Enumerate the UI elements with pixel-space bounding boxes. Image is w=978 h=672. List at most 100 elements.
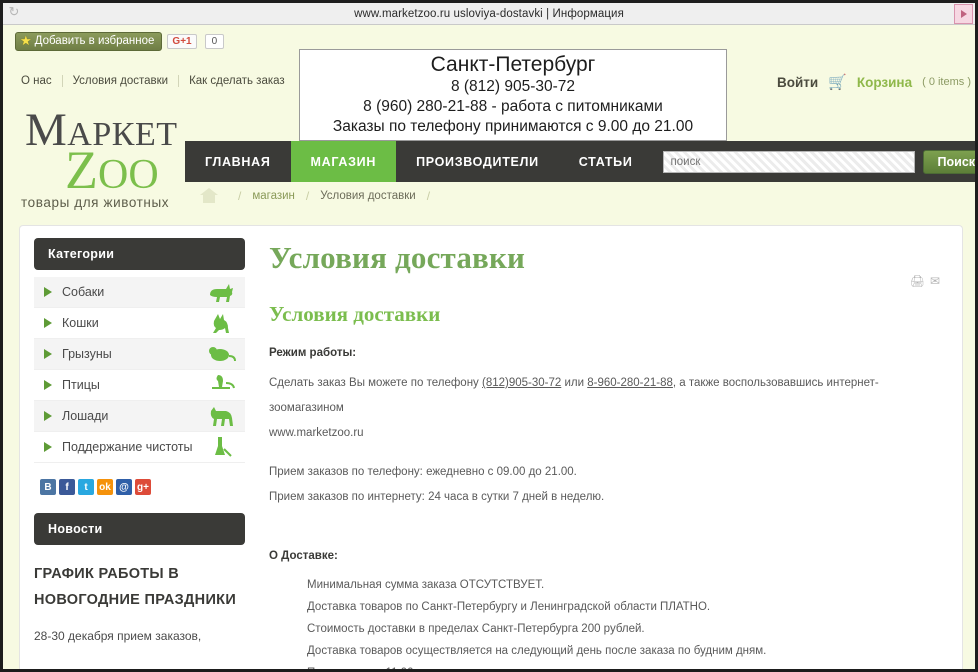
breadcrumb-item-shop[interactable]: магазин bbox=[252, 190, 295, 202]
category-list: Собаки Кошки Грызуны Птицы Лошади Поддер… bbox=[34, 277, 245, 463]
page-title: Условия доставки bbox=[269, 240, 526, 275]
content-tools: 🖨 ✉ bbox=[910, 274, 940, 288]
category-label: Собаки bbox=[62, 285, 105, 299]
horse-icon bbox=[205, 403, 239, 429]
top-link-how-to-order[interactable]: Как сделать заказ bbox=[179, 75, 295, 87]
rodent-icon bbox=[205, 341, 239, 367]
top-link-about[interactable]: О нас bbox=[11, 75, 62, 87]
sidebar-item-rodents[interactable]: Грызуны bbox=[34, 339, 245, 370]
main-nav: ГЛАВНАЯ МАГАЗИН ПРОИЗВОДИТЕЛИ СТАТЬИ Пои… bbox=[185, 141, 975, 182]
social-links: B f t ok @ g+ bbox=[40, 479, 245, 495]
breadcrumb-separator: / bbox=[305, 188, 310, 203]
banner-phone-2: 8 (960) 280-21-88 - работа с питомниками bbox=[363, 98, 663, 115]
section-title: Условия доставки bbox=[269, 302, 441, 326]
order-intro-b: или bbox=[561, 377, 588, 389]
cleaning-icon bbox=[205, 434, 239, 460]
banner-city: Санкт-Петербург bbox=[430, 53, 596, 76]
logo-m: М bbox=[25, 104, 68, 156]
chevron-right-icon bbox=[44, 411, 52, 421]
chevron-right-icon bbox=[44, 442, 52, 452]
dog-icon bbox=[205, 279, 239, 305]
page-url-title: www.marketzoo.ru usloviya-dostavki | Инф… bbox=[354, 7, 624, 20]
breadcrumb: / магазин / Условия доставки / bbox=[199, 187, 439, 204]
chevron-right-icon bbox=[44, 287, 52, 297]
sidebar-item-horses[interactable]: Лошади bbox=[34, 401, 245, 432]
chevron-right-icon bbox=[44, 318, 52, 328]
delivery-list: Минимальная сумма заказа ОТСУТСТВУЕТ. До… bbox=[269, 574, 944, 669]
banner-phone-1: 8 (812) 905-30-72 bbox=[450, 78, 576, 95]
internet-hours-text: Прием заказов по интернету: 24 часа в су… bbox=[269, 491, 605, 503]
list-item: Доставка товаров по Санкт-Петербургу и Л… bbox=[307, 601, 711, 613]
gplus-label: G+1 bbox=[172, 36, 192, 47]
facebook-icon[interactable]: f bbox=[59, 479, 75, 495]
vk-icon[interactable]: B bbox=[40, 479, 56, 495]
nav-item-manufacturers[interactable]: ПРОИЗВОДИТЕЛИ bbox=[396, 141, 559, 182]
phone-hours-text: Прием заказов по телефону: ежедневно с 0… bbox=[269, 466, 577, 478]
search-button[interactable]: Поиск bbox=[922, 149, 975, 174]
browser-window: ↻ www.marketzoo.ru usloviya-dostavki | И… bbox=[0, 0, 978, 672]
shopping-cart-icon[interactable]: 🛒 bbox=[828, 73, 847, 91]
category-label: Птицы bbox=[62, 378, 100, 392]
utility-header: ★ Добавить в избранное G+1 0 О нас Услов… bbox=[3, 25, 975, 141]
breadcrumb-separator: / bbox=[238, 188, 242, 203]
favorites-row: ★ Добавить в избранное G+1 0 bbox=[15, 32, 225, 51]
top-link-delivery[interactable]: Условия доставки bbox=[63, 75, 178, 87]
sidebar-item-birds[interactable]: Птицы bbox=[34, 370, 245, 401]
add-to-favorites-button[interactable]: ★ Добавить в избранное bbox=[15, 32, 163, 51]
list-item: Доставка товаров осуществляется на следу… bbox=[307, 645, 767, 657]
search-input[interactable] bbox=[662, 150, 915, 173]
odnoklassniki-icon[interactable]: ok bbox=[97, 479, 113, 495]
logo-nav-band: МАРКЕТ ZOO товары для животных ГЛАВНАЯ М… bbox=[3, 107, 975, 210]
sidebar-item-cats[interactable]: Кошки bbox=[34, 308, 245, 339]
twitter-icon[interactable]: t bbox=[78, 479, 94, 495]
star-icon: ★ bbox=[20, 33, 32, 48]
nav-item-shop[interactable]: МАГАЗИН bbox=[290, 141, 397, 182]
news-title[interactable]: ГРАФИК РАБОТЫ В НОВОГОДНИЕ ПРАЗДНИКИ bbox=[34, 561, 245, 613]
list-item: При заказе до 11:00 возможна доставка в … bbox=[307, 662, 944, 669]
content-column: Условия доставки 🖨 ✉ Условия доставки Ре… bbox=[245, 226, 962, 669]
googleplus-icon[interactable]: g+ bbox=[135, 479, 151, 495]
chevron-right-icon bbox=[44, 380, 52, 390]
schedule-label: Режим работы: bbox=[269, 347, 357, 359]
news-block: Новости ГРАФИК РАБОТЫ В НОВОГОДНИЕ ПРАЗД… bbox=[34, 513, 245, 645]
cat-icon bbox=[205, 310, 239, 336]
site-root: ★ Добавить в избранное G+1 0 О нас Услов… bbox=[3, 25, 975, 669]
login-link[interactable]: Войти bbox=[777, 75, 818, 90]
cart-items-count: ( 0 items ) bbox=[922, 76, 971, 88]
order-intro-a: Сделать заказ Вы можете по телефону bbox=[269, 377, 482, 389]
site-logo[interactable]: МАРКЕТ ZOO товары для животных bbox=[17, 107, 202, 211]
nav-item-articles[interactable]: СТАТЬИ bbox=[559, 141, 653, 182]
logo-line-1: МАРКЕТ bbox=[17, 107, 202, 154]
cart-link[interactable]: Корзина bbox=[857, 75, 912, 90]
order-intro-paragraph: Сделать заказ Вы можете по телефону (812… bbox=[269, 371, 944, 421]
logo-tagline: товары для животных bbox=[21, 195, 170, 210]
breadcrumb-separator: / bbox=[426, 188, 431, 203]
list-item: Стоимость доставки в пределах Санкт-Пете… bbox=[307, 623, 645, 635]
nav-item-home[interactable]: ГЛАВНАЯ bbox=[185, 141, 291, 182]
google-plus-one-button[interactable]: G+1 bbox=[167, 34, 197, 49]
refresh-icon[interactable]: ↻ bbox=[7, 5, 21, 19]
bird-icon bbox=[205, 372, 239, 398]
delivery-label: О Доставке: bbox=[269, 550, 338, 562]
categories-heading: Категории bbox=[34, 238, 245, 270]
print-icon[interactable]: 🖨 bbox=[910, 274, 925, 288]
news-heading: Новости bbox=[34, 513, 245, 545]
sidebar-item-dogs[interactable]: Собаки bbox=[34, 277, 245, 308]
home-icon[interactable] bbox=[199, 187, 219, 204]
news-text: 28-30 декабря прием заказов, bbox=[34, 629, 202, 643]
phone-link-2[interactable]: 8-960-280-21-88 bbox=[587, 377, 673, 389]
chevron-right-icon bbox=[44, 349, 52, 359]
main-panel: Категории Собаки Кошки Грызуны Птицы Лош… bbox=[19, 225, 963, 669]
logo-oo: OO bbox=[98, 152, 159, 198]
mailru-icon[interactable]: @ bbox=[116, 479, 132, 495]
forward-arrow-icon[interactable] bbox=[954, 4, 973, 24]
search-area: Поиск bbox=[662, 141, 975, 182]
logo-line-2: ZOO bbox=[17, 143, 202, 197]
breadcrumb-item-current: Условия доставки bbox=[320, 189, 416, 202]
account-area: Войти 🛒 Корзина ( 0 items ) bbox=[777, 73, 971, 91]
email-icon[interactable]: ✉ bbox=[930, 274, 940, 288]
phone-link-1[interactable]: (812)905-30-72 bbox=[482, 377, 561, 389]
sidebar-item-cleaning[interactable]: Поддержание чистоты bbox=[34, 432, 245, 463]
add-to-favorites-label: Добавить в избранное bbox=[34, 35, 155, 47]
